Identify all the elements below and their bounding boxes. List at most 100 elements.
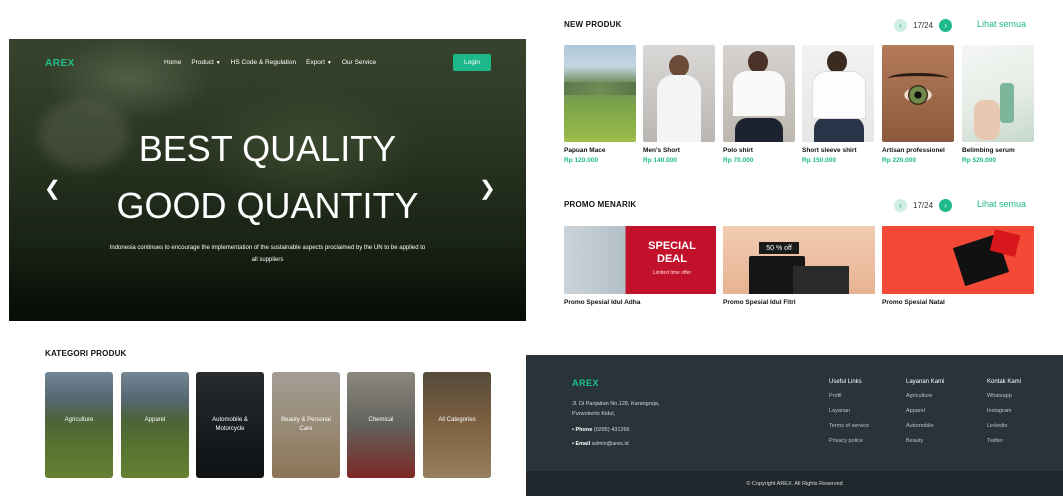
product-price: Rp 520.000: [962, 157, 996, 164]
new-products-title: NEW PRODUK: [564, 20, 622, 29]
category-card-all[interactable]: All Categories: [423, 372, 491, 478]
caret-down-icon: ▼: [326, 59, 332, 66]
product-card[interactable]: Artisan professionel Rp 220.000: [882, 45, 954, 164]
promo-image: [882, 226, 1034, 294]
product-card[interactable]: Papuan Mace Rp 120.000: [564, 45, 636, 164]
product-name: Artisan professionel: [882, 147, 945, 154]
chevron-right-icon[interactable]: ›: [939, 199, 953, 212]
chevron-left-icon[interactable]: ❮: [44, 179, 61, 199]
product-card[interactable]: Polo shirt Rp 70.000: [723, 45, 795, 164]
promo-see-all-link[interactable]: Lihat semua: [977, 199, 1026, 209]
product-card[interactable]: Belimbing serum Rp 520.000: [962, 45, 1034, 164]
promo-card[interactable]: SPECIAL DEAL Limited time offer Promo Spe…: [564, 226, 716, 306]
footer-logo[interactable]: AREX: [572, 378, 599, 388]
footer-link[interactable]: Whatsapp: [987, 393, 1021, 408]
category-label: Beauty & Personal Care: [281, 417, 331, 432]
login-button[interactable]: Login: [453, 54, 491, 71]
footer-link[interactable]: Twitter: [987, 438, 1021, 453]
nav-export[interactable]: Export ▼: [306, 59, 332, 66]
footer-address: Jl. Di Panjaitan No.128, Karangreja, Pur…: [572, 401, 660, 417]
nav-our-service[interactable]: Our Service: [342, 59, 376, 66]
footer-phone-label: • Phone: [572, 427, 593, 433]
product-price: Rp 70.000: [723, 157, 754, 164]
footer-link[interactable]: Instagram: [987, 408, 1021, 423]
category-card-beauty[interactable]: Beauty & Personal Care: [272, 372, 340, 478]
promo-banner-tag: 50 % off: [759, 242, 799, 254]
footer-col-useful-links: Useful Links Profil Layanan Terms of ser…: [829, 379, 869, 453]
nav-our-service-label: Our Service: [341, 59, 377, 66]
product-image: [643, 45, 715, 142]
footer-phone-value: (0285) 431266: [593, 427, 630, 433]
footer-link[interactable]: Agriculture: [906, 393, 944, 408]
category-label: All Categories: [438, 417, 476, 423]
nav-home[interactable]: Home: [164, 59, 181, 66]
category-label: Automobile & Motorcycle: [212, 417, 248, 432]
product-price: Rp 140.000: [643, 157, 677, 164]
promo-banner-small: Limited time offer: [652, 270, 692, 276]
promo-name: Promo Spesial Idul Adha: [564, 299, 641, 306]
footer-copyright: © Copyright AREX. All Rights Reserved: [526, 471, 1063, 496]
main-nav: Home Product ▼ HS Code & Regulation Expor…: [164, 59, 376, 66]
product-image: [802, 45, 874, 142]
footer-phone: • Phone (0285) 431266: [572, 427, 630, 433]
category-card-chemical[interactable]: Chemical: [347, 372, 415, 478]
product-card[interactable]: Men's Short Rp 140.000: [643, 45, 715, 164]
promo-image: SPECIAL DEAL Limited time offer: [564, 226, 716, 294]
footer-link[interactable]: Profil: [829, 393, 869, 408]
product-price: Rp 120.000: [564, 157, 598, 164]
promo-banner-line2: DEAL: [657, 253, 687, 265]
footer-col-heading: Kontak Kami: [987, 379, 1022, 385]
product-price: Rp 220.000: [882, 157, 916, 164]
product-image: [962, 45, 1034, 142]
hero-title-line1: BEST QUALITY: [138, 128, 397, 169]
footer-link[interactable]: Layanan: [829, 408, 869, 423]
promo-pager: ‹ 17/24 ›: [894, 199, 953, 212]
new-products-page: 17/24: [913, 21, 934, 30]
footer-col-heading: Layanan Kami: [906, 379, 945, 385]
promo-title: PROMO MENARIK: [564, 200, 637, 209]
category-card-agriculture[interactable]: Agriculture: [45, 372, 113, 478]
promo-card[interactable]: Promo Spesial Natal: [882, 226, 1034, 306]
category-label: Chemical: [368, 417, 394, 423]
hero-banner: AREX Home Product ▼ HS Code & Regulation …: [9, 39, 526, 321]
product-image: [564, 45, 636, 142]
footer-link[interactable]: Privacy police: [829, 438, 869, 453]
category-label: Apparel: [144, 417, 166, 423]
nav-product-label: Product: [191, 59, 214, 66]
chevron-right-icon[interactable]: ❯: [479, 179, 496, 199]
product-name: Polo shirt: [723, 147, 753, 154]
copyright-text: © Copyright AREX. All Rights Reserved: [746, 480, 843, 487]
category-card-apparel[interactable]: Apparel: [121, 372, 189, 478]
categories-title: KATEGORI PRODUK: [45, 349, 127, 358]
footer-email-value: admin@arex.id: [591, 441, 629, 447]
footer-col-kontak: Kontak Kami Whatsapp Instagram Linkedin …: [987, 379, 1021, 453]
nav-export-label: Export: [306, 59, 325, 66]
nav-hs-code[interactable]: HS Code & Regulation: [231, 59, 296, 66]
product-name: Short sleeve shirt: [802, 147, 857, 154]
product-image: [723, 45, 795, 142]
category-card-automobile[interactable]: Automobile & Motorcycle: [196, 372, 264, 478]
footer-link[interactable]: Automobile: [906, 423, 944, 438]
nav-product[interactable]: Product ▼: [191, 59, 220, 66]
chevron-right-icon[interactable]: ›: [939, 19, 953, 32]
product-name: Men's Short: [643, 147, 680, 154]
promo-gift-box: [793, 266, 849, 294]
product-card[interactable]: Short sleeve shirt Rp 150.000: [802, 45, 874, 164]
footer-link[interactable]: Beauty: [906, 438, 944, 453]
site-footer: AREX Jl. Di Panjaitan No.128, Karangreja…: [526, 355, 1063, 496]
chevron-left-icon[interactable]: ‹: [894, 199, 907, 212]
footer-link[interactable]: Terms of service: [829, 423, 869, 438]
promo-banner-line1: SPECIAL: [648, 240, 696, 252]
new-products-pager: ‹ 17/24 ›: [894, 19, 953, 32]
footer-link[interactable]: Linkedin: [987, 423, 1021, 438]
new-products-see-all-link[interactable]: Lihat semua: [977, 19, 1026, 29]
footer-link[interactable]: Apparel: [906, 408, 944, 423]
product-name: Papuan Mace: [564, 147, 606, 154]
caret-down-icon: ▼: [215, 59, 221, 66]
footer-email: • Email admin@arex.id: [572, 441, 629, 447]
promo-card[interactable]: 50 % off Promo Spesial Idul Fitri: [723, 226, 875, 306]
product-name: Belimbing serum: [962, 147, 1015, 154]
site-logo[interactable]: AREX: [45, 58, 75, 69]
promo-page: 17/24: [913, 201, 934, 210]
chevron-left-icon[interactable]: ‹: [894, 19, 907, 32]
